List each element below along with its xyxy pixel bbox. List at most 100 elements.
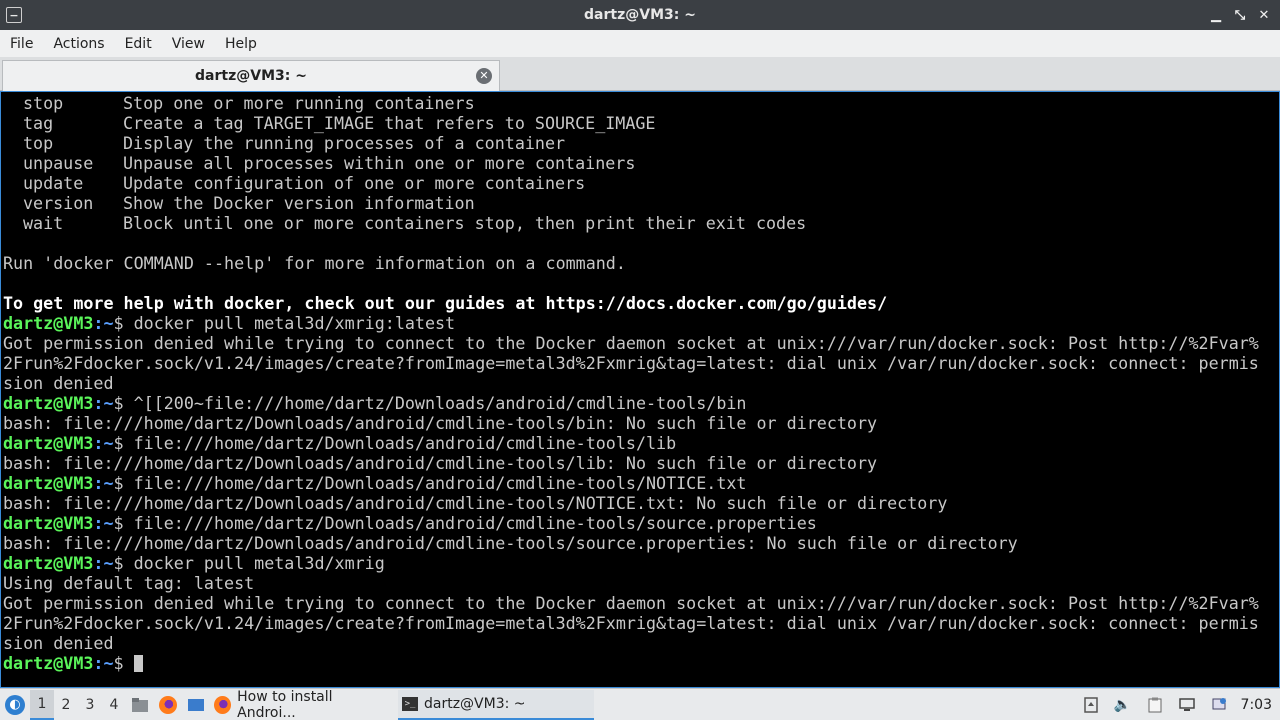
close-button[interactable]: ✕ xyxy=(1256,6,1272,24)
command-name: tag xyxy=(23,113,54,133)
prompt-path: :~ xyxy=(93,513,114,533)
command-text: docker pull metal3d/xmrig:latest xyxy=(133,313,456,333)
menu-file[interactable]: File xyxy=(4,36,39,52)
clock[interactable]: 7:03 xyxy=(1235,697,1280,713)
network-icon[interactable] xyxy=(1203,690,1235,720)
menu-actions[interactable]: Actions xyxy=(47,36,110,52)
command-name: stop xyxy=(23,93,64,113)
workspace-1[interactable]: 1 xyxy=(30,689,54,720)
command-name: top xyxy=(23,133,54,153)
terminal-output[interactable]: stop Stop one or more running containers t… xyxy=(0,91,1280,688)
prompt-line: dartz@VM3:~$ file:///home/dartz/Download… xyxy=(3,433,1279,453)
command-description: Stop one or more running containers xyxy=(123,93,475,113)
workspace-4[interactable]: 4 xyxy=(102,690,126,720)
task-terminal-window[interactable]: >_ dartz@VM3: ~ xyxy=(398,689,594,720)
window-title: dartz@VM3: ~ xyxy=(584,7,696,23)
tab-bar: dartz@VM3: ~ ✕ xyxy=(0,57,1280,91)
prompt-user: dartz@VM3 xyxy=(3,393,94,413)
volume-icon[interactable]: 🔈 xyxy=(1107,690,1139,720)
output-line: 2Frun%2Fdocker.sock/v1.24/images/create?… xyxy=(3,613,1259,633)
output-line: sion denied xyxy=(3,373,114,393)
tab-label: dartz@VM3: ~ xyxy=(195,68,307,84)
command-name: version xyxy=(23,193,94,213)
start-menu-button[interactable]: ◐ xyxy=(0,690,30,720)
command-description: Block until one or more containers stop,… xyxy=(123,213,807,233)
workspace-3[interactable]: 3 xyxy=(78,690,102,720)
command-name: unpause xyxy=(23,153,94,173)
prompt-user: dartz@VM3 xyxy=(3,553,94,573)
prompt-symbol: $ xyxy=(113,653,134,673)
tab-terminal[interactable]: dartz@VM3: ~ ✕ xyxy=(2,60,500,91)
workspace-2[interactable]: 2 xyxy=(54,690,78,720)
help-line: Run 'docker COMMAND --help' for more inf… xyxy=(3,253,626,273)
prompt-path: :~ xyxy=(93,473,114,493)
command-name: wait xyxy=(23,213,64,233)
command-help-row: top Display the running processes of a co… xyxy=(3,133,1279,153)
prompt-symbol: $ xyxy=(113,433,134,453)
file-manager-icon[interactable] xyxy=(126,690,154,720)
command-help-row: tag Create a tag TARGET_IMAGE that refers… xyxy=(3,113,1279,133)
task-browser-label: How to install Androi... xyxy=(237,688,333,720)
prompt-path: :~ xyxy=(93,433,114,453)
clipboard-icon[interactable] xyxy=(1139,690,1171,720)
output-line: bash: file:///home/dartz/Downloads/andro… xyxy=(3,493,948,513)
command-text: docker pull metal3d/xmrig xyxy=(133,553,385,573)
output-line: bash: file:///home/dartz/Downloads/andro… xyxy=(3,413,878,433)
prompt-symbol: $ xyxy=(113,313,134,333)
menu-bar: File Actions Edit View Help xyxy=(0,30,1280,57)
command-text: file:///home/dartz/Downloads/android/cmd… xyxy=(133,513,817,533)
current-prompt-line[interactable]: dartz@VM3:~$ xyxy=(3,653,1279,673)
output-line: Got permission denied while trying to co… xyxy=(3,333,1259,353)
command-description: Show the Docker version information xyxy=(123,193,475,213)
prompt-path: :~ xyxy=(93,393,114,413)
text-cursor xyxy=(133,655,143,672)
command-help-row: unpause Unpause all processes within one … xyxy=(3,153,1279,173)
task-browser-window[interactable]: How to install Androi... xyxy=(210,688,398,720)
prompt-line: dartz@VM3:~$ file:///home/dartz/Download… xyxy=(3,513,1279,533)
window-controls: ▁ ⤡ ✕ xyxy=(1208,6,1272,24)
output-line: Got permission denied while trying to co… xyxy=(3,593,1259,613)
prompt-symbol: $ xyxy=(113,513,134,533)
menu-edit[interactable]: Edit xyxy=(119,36,158,52)
command-description: Unpause all processes within one or more… xyxy=(123,153,636,173)
prompt-path: :~ xyxy=(93,313,114,333)
terminal-icon: >_ xyxy=(402,696,418,711)
command-description: Update configuration of one or more cont… xyxy=(123,173,586,193)
window-menu-icon[interactable]: − xyxy=(6,7,22,23)
prompt-line: dartz@VM3:~$ docker pull metal3d/xmrig xyxy=(3,553,1279,573)
command-text: file:///home/dartz/Downloads/android/cmd… xyxy=(133,473,747,493)
command-help-row: update Update configuration of one or mor… xyxy=(3,173,1279,193)
output-line: bash: file:///home/dartz/Downloads/andro… xyxy=(3,453,878,473)
prompt-path: :~ xyxy=(93,553,114,573)
prompt-line: dartz@VM3:~$ file:///home/dartz/Download… xyxy=(3,473,1279,493)
command-name: update xyxy=(23,173,84,193)
update-notifier-icon[interactable] xyxy=(1075,690,1107,720)
prompt-user: dartz@VM3 xyxy=(3,653,94,673)
tab-close-icon[interactable]: ✕ xyxy=(476,68,492,84)
maximize-button[interactable]: ⤡ xyxy=(1232,6,1248,24)
window-titlebar[interactable]: − dartz@VM3: ~ ▁ ⤡ ✕ xyxy=(0,0,1280,30)
command-description: Display the running processes of a conta… xyxy=(123,133,566,153)
lubuntu-logo-icon: ◐ xyxy=(5,694,25,715)
screen-icon[interactable] xyxy=(1171,690,1203,720)
prompt-user: dartz@VM3 xyxy=(3,513,94,533)
prompt-symbol: $ xyxy=(113,393,134,413)
prompt-symbol: $ xyxy=(113,473,134,493)
command-text: file:///home/dartz/Downloads/android/cmd… xyxy=(133,433,677,453)
command-text: ^[[200~file:///home/dartz/Downloads/andr… xyxy=(133,393,747,413)
guides-line: To get more help with docker, check out … xyxy=(3,293,888,313)
firefox-launcher-icon[interactable] xyxy=(154,690,182,720)
show-desktop-icon[interactable] xyxy=(182,690,210,720)
menu-view[interactable]: View xyxy=(166,36,211,52)
prompt-user: dartz@VM3 xyxy=(3,313,94,333)
output-line: 2Frun%2Fdocker.sock/v1.24/images/create?… xyxy=(3,353,1259,373)
prompt-path: :~ xyxy=(93,653,114,673)
prompt-user: dartz@VM3 xyxy=(3,473,94,493)
prompt-line: dartz@VM3:~$ ^[[200~file:///home/dartz/D… xyxy=(3,393,1279,413)
command-help-row: version Show the Docker version informati… xyxy=(3,193,1279,213)
menu-help[interactable]: Help xyxy=(219,36,263,52)
command-description: Create a tag TARGET_IMAGE that refers to… xyxy=(123,113,656,133)
minimize-button[interactable]: ▁ xyxy=(1208,6,1224,24)
